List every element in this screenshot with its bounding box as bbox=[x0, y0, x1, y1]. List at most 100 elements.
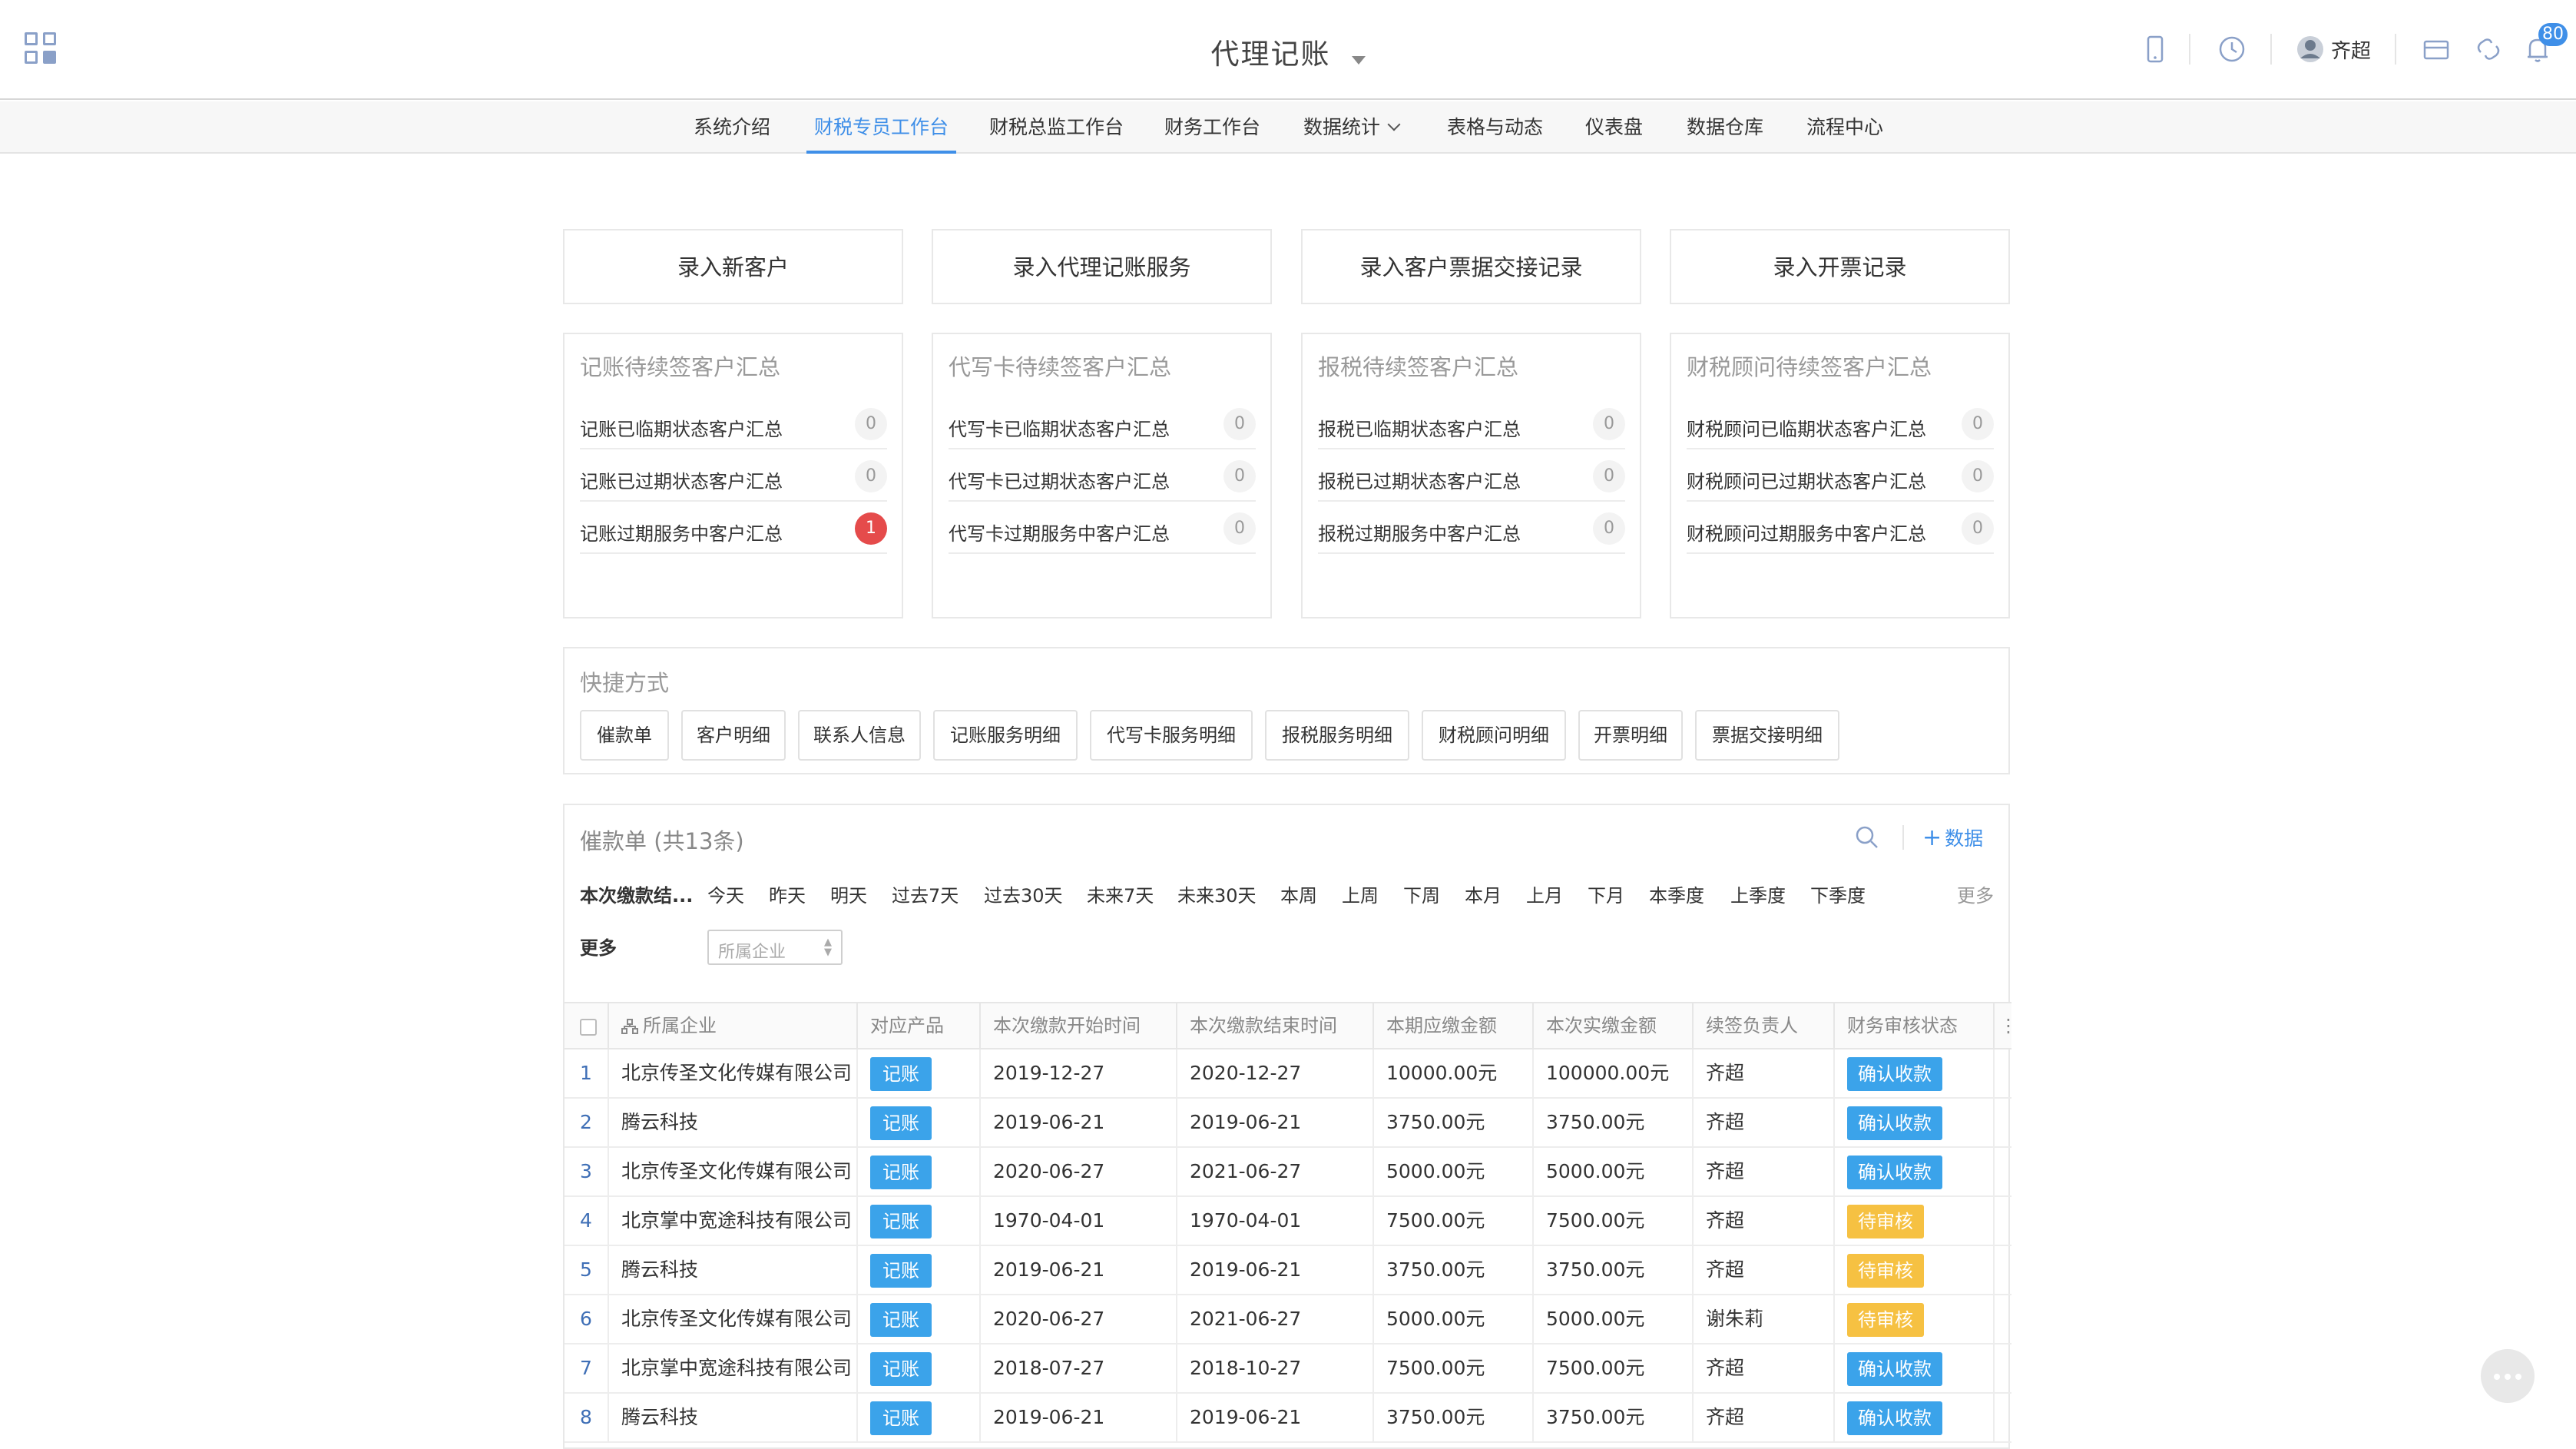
clock-icon[interactable] bbox=[2213, 31, 2250, 68]
date-option[interactable]: 本季度 bbox=[1649, 880, 1704, 907]
header-divider bbox=[2189, 34, 2190, 65]
tab-finance[interactable]: 财务工作台 bbox=[1164, 101, 1260, 154]
tab-system-intro[interactable]: 系统介绍 bbox=[694, 101, 770, 154]
summary-row[interactable]: 代写卡已临期状态客户汇总 0 bbox=[949, 397, 1256, 449]
date-filter-label[interactable]: 本次缴款结... bbox=[580, 880, 693, 907]
table-row[interactable]: 8 腾云科技 记账 2019-06-21 2019-06-21 3750.00元… bbox=[565, 1394, 2011, 1443]
link-icon[interactable] bbox=[2470, 31, 2507, 68]
add-data-button[interactable]: + 数据 bbox=[1922, 824, 1983, 851]
date-option[interactable]: 昨天 bbox=[769, 880, 806, 907]
tab-dashboard[interactable]: 仪表盘 bbox=[1585, 101, 1643, 154]
shortcut-writecard-detail[interactable]: 代写卡服务明细 bbox=[1090, 710, 1253, 761]
summary-row[interactable]: 记账过期服务中客户汇总 1 bbox=[580, 502, 887, 554]
more-actions-float-button[interactable] bbox=[2481, 1349, 2535, 1403]
table-row[interactable]: 2 腾云科技 记账 2019-06-21 2019-06-21 3750.00元… bbox=[565, 1099, 2011, 1148]
cell-company[interactable]: 北京掌中宽途科技有限公司 bbox=[608, 1345, 856, 1394]
cell-company[interactable]: 北京掌中宽途科技有限公司 bbox=[608, 1197, 856, 1246]
date-option[interactable]: 下季度 bbox=[1810, 880, 1866, 907]
table-row[interactable]: 6 北京传圣文化传媒有限公司 记账 2020-06-27 2021-06-27 … bbox=[565, 1295, 2011, 1345]
date-option[interactable]: 下月 bbox=[1588, 880, 1624, 907]
shortcuts-panel: 快捷方式 催款单 客户明细 联系人信息 记账服务明细 代写卡服务明细 报税服务明… bbox=[563, 647, 2010, 774]
summary-row[interactable]: 报税已临期状态客户汇总 0 bbox=[1318, 397, 1625, 449]
cell-end-date: 2019-06-21 bbox=[1176, 1246, 1372, 1295]
shortcut-payment-notice[interactable]: 催款单 bbox=[580, 710, 669, 761]
dot bbox=[2515, 1374, 2521, 1380]
mobile-icon[interactable] bbox=[2137, 31, 2174, 68]
date-option[interactable]: 本月 bbox=[1465, 880, 1502, 907]
cell-company[interactable]: 腾云科技 bbox=[608, 1099, 856, 1148]
user-name[interactable]: 齐超 bbox=[2331, 35, 2371, 64]
cell-company[interactable]: 北京传圣文化传媒有限公司 bbox=[608, 1049, 856, 1099]
column-header-product[interactable]: 对应产品 bbox=[856, 1003, 979, 1051]
tab-process-center[interactable]: 流程中心 bbox=[1806, 101, 1883, 154]
cell-company[interactable]: 腾云科技 bbox=[608, 1246, 856, 1295]
date-option[interactable]: 上季度 bbox=[1730, 880, 1786, 907]
cell-audit-status: 待审核 bbox=[1833, 1295, 1993, 1345]
column-header-audit-status[interactable]: 财务审核状态 bbox=[1833, 1003, 1993, 1051]
avatar[interactable] bbox=[2292, 31, 2329, 68]
shortcut-receipt-handover-detail[interactable]: 票据交接明细 bbox=[1695, 710, 1839, 761]
tab-tax-specialist[interactable]: 财税专员工作台 bbox=[806, 101, 957, 154]
tab-tax-director[interactable]: 财税总监工作台 bbox=[989, 101, 1124, 154]
shortcut-tax-advisor-detail[interactable]: 财税顾问明细 bbox=[1422, 710, 1566, 761]
date-option[interactable]: 上月 bbox=[1526, 880, 1563, 907]
summary-row[interactable]: 记账已临期状态客户汇总 0 bbox=[580, 397, 887, 449]
add-new-customer-button[interactable]: 录入新客户 bbox=[563, 229, 903, 304]
summary-row[interactable]: 报税已过期状态客户汇总 0 bbox=[1318, 449, 1625, 502]
cell-overflow bbox=[1993, 1099, 2011, 1148]
mail-icon[interactable] bbox=[2418, 31, 2455, 68]
cell-amount-paid: 3750.00元 bbox=[1532, 1246, 1692, 1295]
table-row[interactable]: 3 北京传圣文化传媒有限公司 记账 2020-06-27 2021-06-27 … bbox=[565, 1148, 2011, 1197]
summary-row[interactable]: 记账已过期状态客户汇总 0 bbox=[580, 449, 887, 502]
column-header-owner[interactable]: 续签负责人 bbox=[1692, 1003, 1833, 1051]
date-option[interactable]: 下周 bbox=[1403, 880, 1440, 907]
column-header-company[interactable]: 所属企业 bbox=[608, 1003, 856, 1051]
date-option[interactable]: 过去7天 bbox=[892, 880, 959, 907]
column-header-amount-due[interactable]: 本期应缴金额 bbox=[1372, 1003, 1532, 1051]
summary-row-label: 报税已过期状态客户汇总 bbox=[1318, 471, 1521, 492]
column-header-end-date[interactable]: 本次缴款结束时间 bbox=[1176, 1003, 1372, 1051]
table-row[interactable]: 4 北京掌中宽途科技有限公司 记账 1970-04-01 1970-04-01 … bbox=[565, 1197, 2011, 1246]
shortcut-contact-info[interactable]: 联系人信息 bbox=[798, 710, 921, 761]
date-option[interactable]: 未来30天 bbox=[1177, 880, 1257, 907]
cell-company[interactable]: 北京传圣文化传媒有限公司 bbox=[608, 1295, 856, 1345]
shortcut-bookkeeping-detail[interactable]: 记账服务明细 bbox=[933, 710, 1078, 761]
company-filter-select[interactable]: 所属企业 ▲ ▼ bbox=[707, 930, 843, 965]
add-invoice-record-button[interactable]: 录入开票记录 bbox=[1670, 229, 2010, 304]
dot bbox=[2505, 1374, 2511, 1380]
search-icon[interactable] bbox=[1852, 822, 1882, 853]
tab-data-warehouse[interactable]: 数据仓库 bbox=[1687, 101, 1763, 154]
summary-row[interactable]: 代写卡已过期状态客户汇总 0 bbox=[949, 449, 1256, 502]
cell-start-date: 2019-06-21 bbox=[979, 1099, 1176, 1148]
count-badge: 0 bbox=[855, 460, 887, 492]
cell-end-date: 1970-04-01 bbox=[1176, 1197, 1372, 1246]
filter-more-link[interactable]: 更多 bbox=[1957, 880, 1994, 907]
summary-row[interactable]: 代写卡过期服务中客户汇总 0 bbox=[949, 502, 1256, 554]
add-receipt-handover-button[interactable]: 录入客户票据交接记录 bbox=[1301, 229, 1641, 304]
date-option[interactable]: 未来7天 bbox=[1087, 880, 1154, 907]
date-option[interactable]: 今天 bbox=[707, 880, 744, 907]
add-bookkeeping-service-button[interactable]: 录入代理记账服务 bbox=[932, 229, 1272, 304]
tab-tables-feeds[interactable]: 表格与动态 bbox=[1447, 101, 1543, 154]
shortcut-tax-filing-detail[interactable]: 报税服务明细 bbox=[1265, 710, 1409, 761]
cell-company[interactable]: 腾云科技 bbox=[608, 1394, 856, 1443]
shortcut-invoice-detail[interactable]: 开票明细 bbox=[1578, 710, 1683, 761]
table-row[interactable]: 5 腾云科技 记账 2019-06-21 2019-06-21 3750.00元… bbox=[565, 1246, 2011, 1295]
column-header-amount-paid[interactable]: 本次实缴金额 bbox=[1532, 1003, 1692, 1051]
summary-row[interactable]: 财税顾问已过期状态客户汇总 0 bbox=[1687, 449, 1994, 502]
summary-row[interactable]: 财税顾问过期服务中客户汇总 0 bbox=[1687, 502, 1994, 554]
table-row[interactable]: 7 北京掌中宽途科技有限公司 记账 2018-07-27 2018-10-27 … bbox=[565, 1345, 2011, 1394]
tab-data-stats[interactable]: 数据统计 bbox=[1303, 101, 1401, 154]
summary-row[interactable]: 财税顾问已临期状态客户汇总 0 bbox=[1687, 397, 1994, 449]
summary-row[interactable]: 报税过期服务中客户汇总 0 bbox=[1318, 502, 1625, 554]
date-option[interactable]: 明天 bbox=[830, 880, 867, 907]
select-all-checkbox[interactable] bbox=[580, 1019, 597, 1036]
date-option[interactable]: 上周 bbox=[1342, 880, 1379, 907]
column-header-start-date[interactable]: 本次缴款开始时间 bbox=[979, 1003, 1176, 1051]
more-columns-icon[interactable]: ⋮ bbox=[1993, 1003, 2018, 1051]
date-option[interactable]: 过去30天 bbox=[984, 880, 1063, 907]
date-option[interactable]: 本周 bbox=[1280, 880, 1317, 907]
table-row[interactable]: 1 北京传圣文化传媒有限公司 记账 2019-12-27 2020-12-27 … bbox=[565, 1049, 2011, 1099]
cell-company[interactable]: 北京传圣文化传媒有限公司 bbox=[608, 1148, 856, 1197]
shortcut-customer-detail[interactable]: 客户明细 bbox=[681, 710, 786, 761]
